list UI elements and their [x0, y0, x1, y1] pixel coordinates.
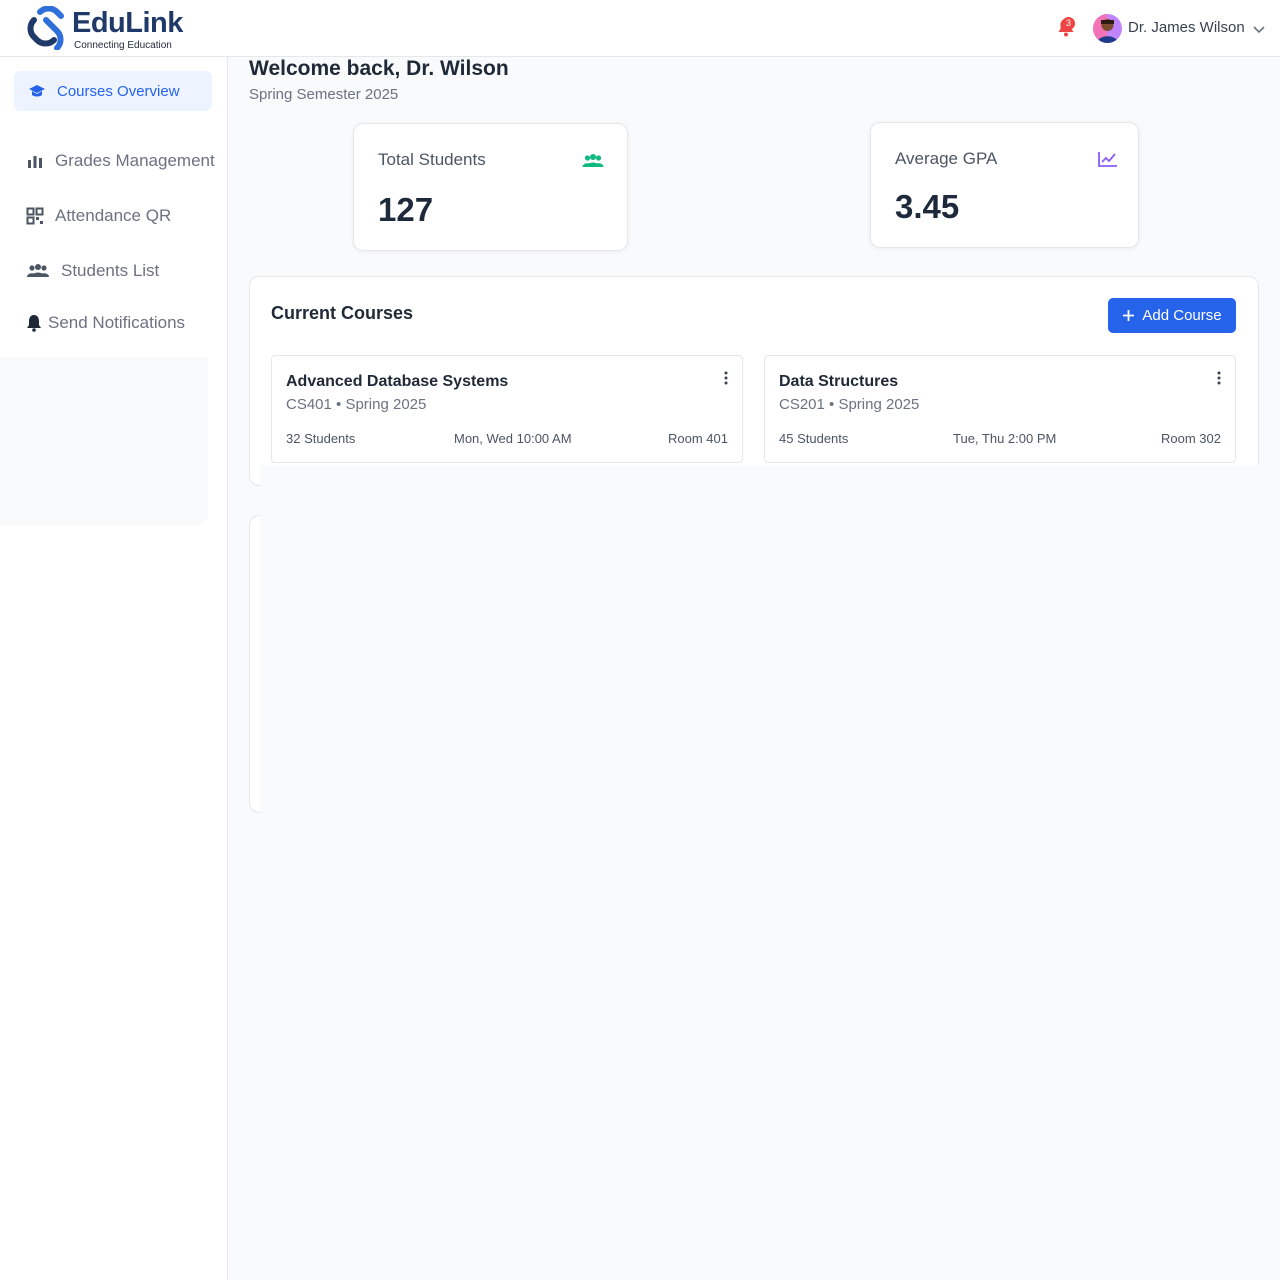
stat-label: Average GPA [895, 149, 998, 168]
stat-value: 127 [378, 191, 434, 228]
average-gpa-card: Average GPA 3.45 [870, 122, 1139, 248]
course-students: 32 Students [286, 431, 356, 446]
stat-value: 3.45 [895, 188, 960, 225]
course-card[interactable]: Data Structures CS201 • Spring 2025 45 S… [764, 355, 1236, 463]
sidebar-item-label: Send Notifications [48, 313, 186, 332]
course-room: Room 401 [668, 431, 728, 446]
stat-label: Total Students [378, 150, 486, 169]
top-header: EduLink Connecting Education 3 Dr. James… [0, 0, 1280, 57]
notification-badge: 3 [1062, 17, 1075, 30]
line-chart-icon [1098, 152, 1117, 167]
course-students: 45 Students [779, 431, 849, 446]
course-name: Advanced Database Systems [286, 373, 509, 390]
more-options-icon[interactable] [1215, 370, 1223, 386]
course-meta: CS401 • Spring 2025 [286, 396, 427, 413]
add-course-label: Add Course [1142, 307, 1222, 324]
users-icon [582, 154, 604, 167]
semester-subtitle: Spring Semester 2025 [249, 86, 399, 103]
chevron-down-icon[interactable] [1252, 22, 1266, 36]
course-schedule: Mon, Wed 10:00 AM [454, 431, 572, 446]
sidebar-item-label: Grades Management [55, 151, 215, 170]
sidebar-item-courses-overview[interactable]: Courses Overview [14, 71, 212, 111]
add-course-button[interactable]: Add Course [1108, 298, 1236, 333]
more-options-icon[interactable] [722, 370, 730, 386]
logo-text: EduLink [72, 7, 183, 39]
sidebar-item-send-notifications[interactable]: Send Notifications [26, 303, 185, 343]
sidebar-item-grades-management[interactable]: Grades Management [26, 141, 215, 181]
avatar-image-icon [1093, 14, 1122, 43]
sidebar-item-label: Attendance QR [55, 206, 172, 225]
sidebar-item-students-list[interactable]: Students List [26, 251, 159, 291]
sidebar-item-label: Courses Overview [57, 82, 180, 100]
course-schedule: Tue, Thu 2:00 PM [953, 431, 1057, 446]
avatar[interactable] [1093, 14, 1122, 43]
content-overlay [260, 465, 1280, 860]
course-name: Data Structures [779, 373, 899, 390]
edulink-logo[interactable]: EduLink Connecting Education [26, 4, 196, 52]
qr-code-icon [26, 207, 44, 225]
user-name[interactable]: Dr. James Wilson [1128, 19, 1245, 36]
page-title: Welcome back, Dr. Wilson [249, 57, 509, 80]
bell-icon [27, 315, 41, 332]
plus-icon [1123, 310, 1135, 321]
logo-tagline: Connecting Education [74, 40, 172, 51]
graduation-cap-icon [29, 85, 45, 97]
total-students-card: Total Students 127 [353, 123, 628, 251]
course-card[interactable]: Advanced Database Systems CS401 • Spring… [271, 355, 743, 463]
bar-chart-icon [28, 156, 42, 168]
course-room: Room 302 [1161, 431, 1221, 446]
users-icon [27, 264, 49, 277]
sidebar-item-label: Students List [61, 261, 160, 280]
course-meta: CS201 • Spring 2025 [779, 396, 920, 413]
logo-mark-icon [27, 6, 64, 50]
sidebar-panel [0, 357, 208, 525]
sidebar: Courses Overview Grades Management Atten… [0, 57, 228, 1280]
sidebar-item-attendance-qr[interactable]: Attendance QR [26, 196, 171, 236]
courses-section-title: Current Courses [271, 303, 414, 323]
